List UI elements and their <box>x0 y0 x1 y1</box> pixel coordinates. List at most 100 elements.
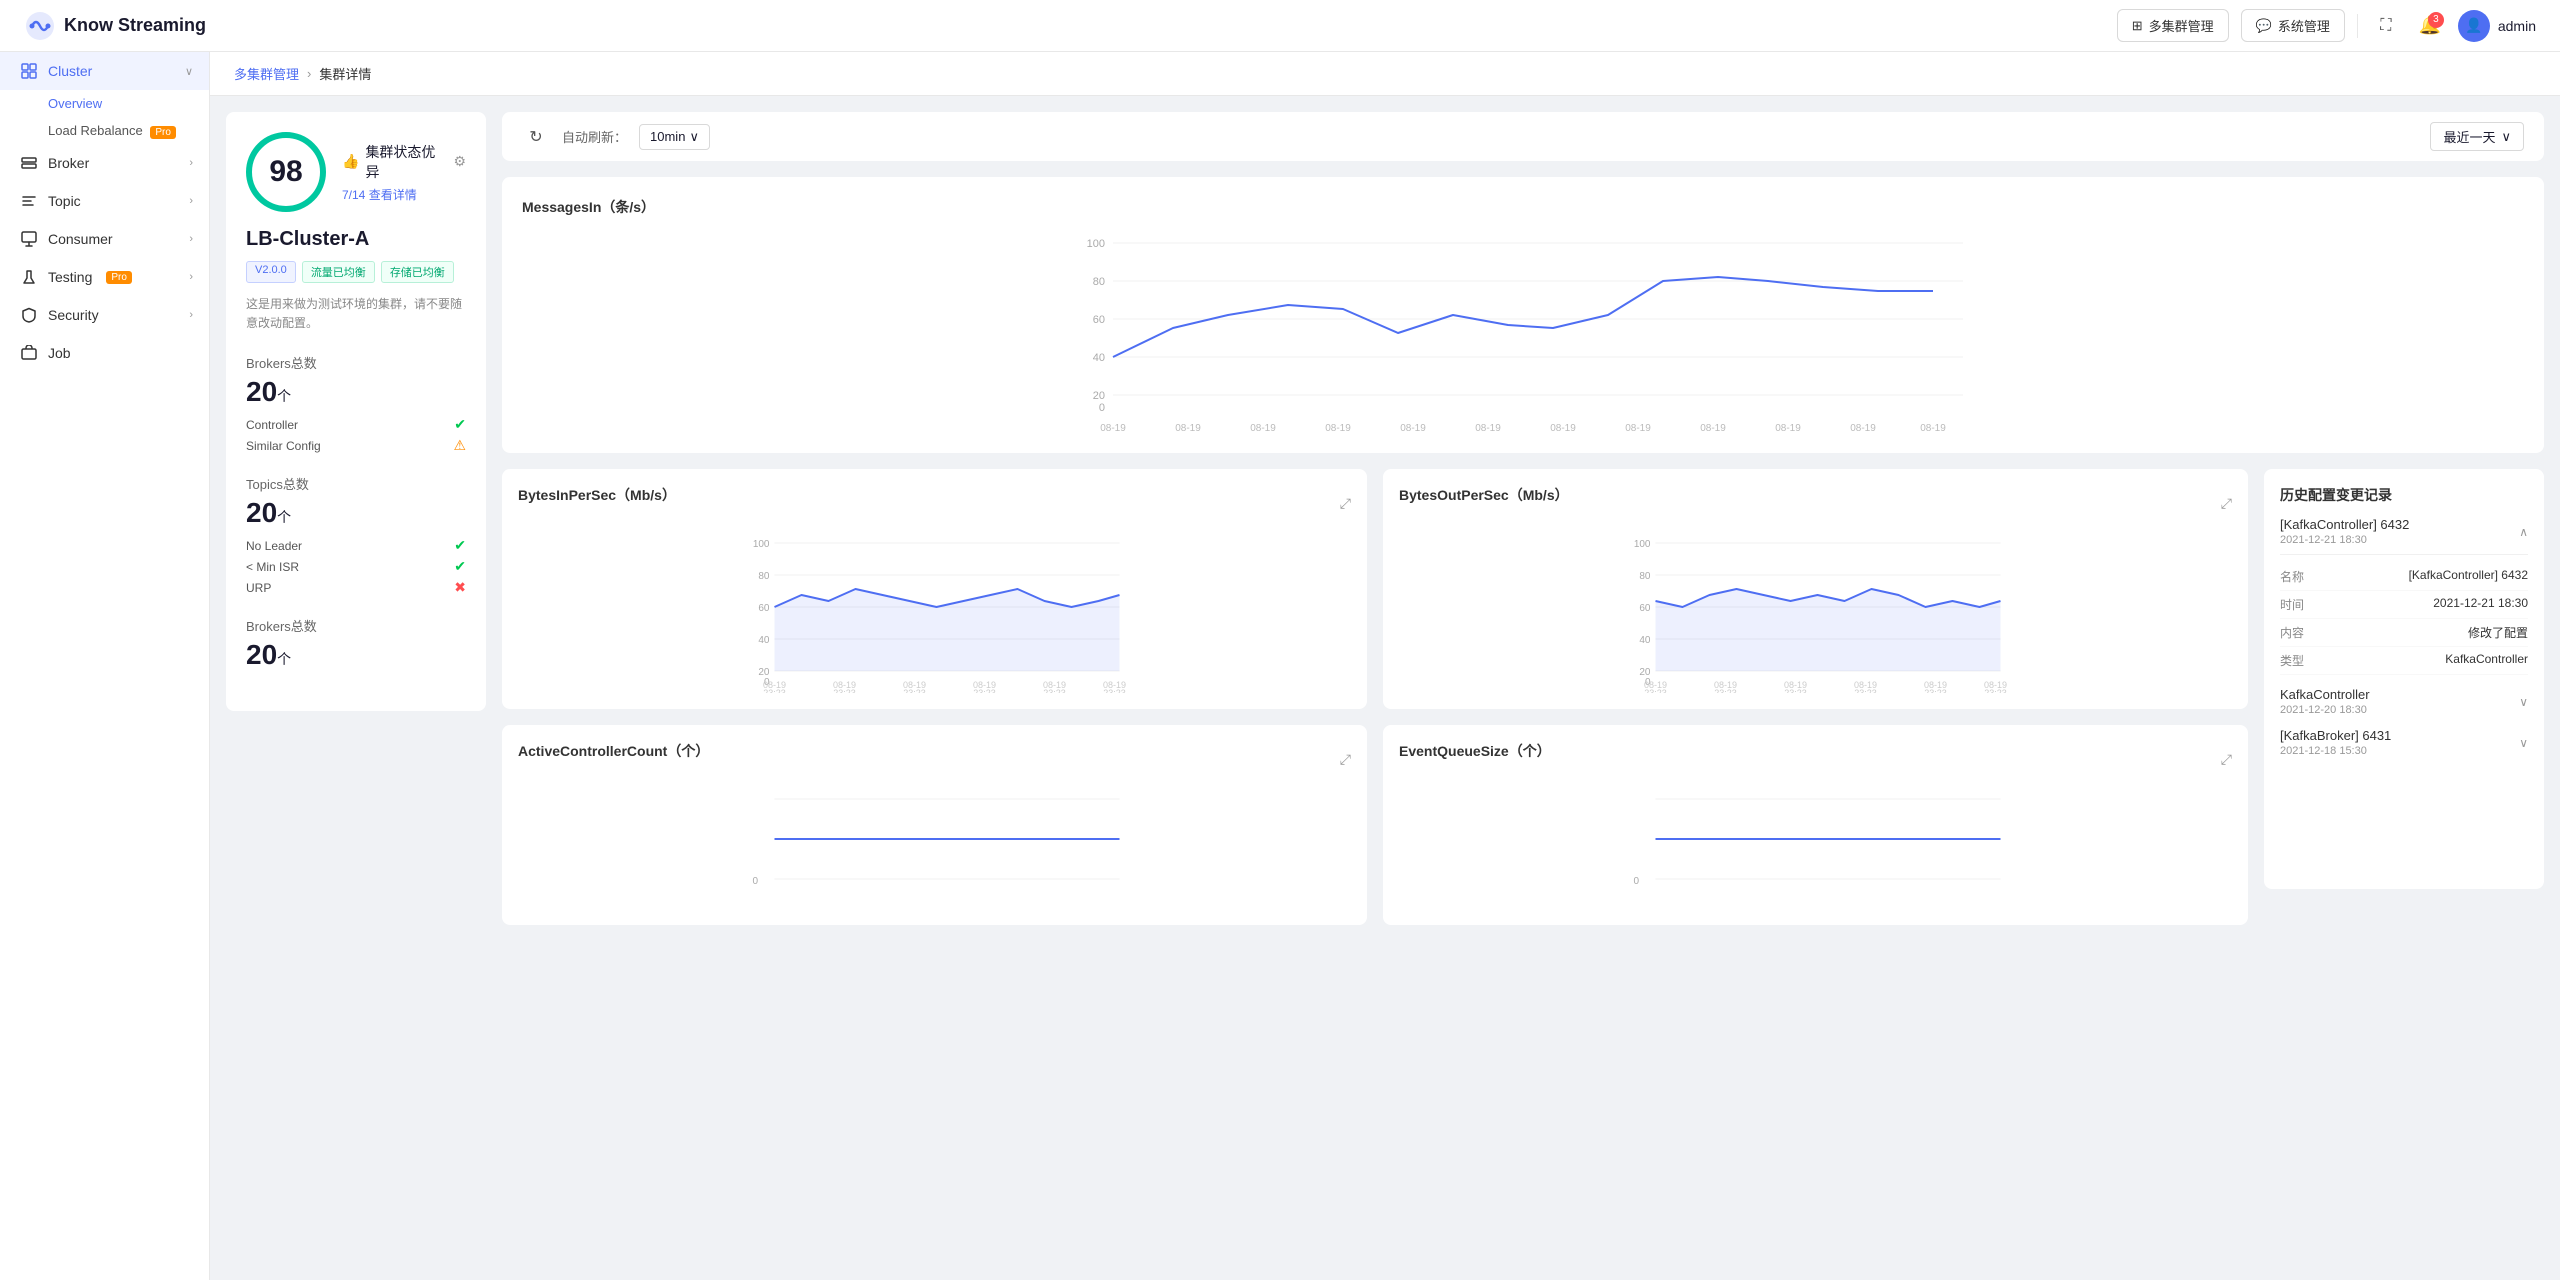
chevron-broker: › <box>189 157 193 169</box>
history-item-1: KafkaController 2021-12-20 18:30 ∨ <box>2280 687 2528 716</box>
svg-text:60: 60 <box>758 603 770 614</box>
history-item-header-2[interactable]: [KafkaBroker] 6431 2021-12-18 15:30 ∨ <box>2280 728 2528 757</box>
sidebar-label-cluster: Cluster <box>48 63 92 79</box>
svg-text:100: 100 <box>1634 539 1651 550</box>
svg-text:100: 100 <box>1087 238 1105 250</box>
chevron-topic: › <box>189 195 193 207</box>
history-item-header-0[interactable]: [KafkaController] 6432 2021-12-21 18:30 … <box>2280 517 2528 546</box>
broker-icon <box>20 154 38 172</box>
bottom-charts-row: BytesInPerSec（Mb/s） ⤢ 100 <box>502 469 2544 925</box>
svg-text:08-19: 08-19 <box>1920 423 1946 433</box>
header: Know Streaming ⊞ 多集群管理 💬 系统管理 ⛶ 🔔 3 👤 ad… <box>0 0 2560 52</box>
bytes-in-expand[interactable]: ⤢ <box>1340 495 1351 512</box>
chevron-down-icon-1: ∨ <box>2519 695 2528 709</box>
sidebar-label-topic: Topic <box>48 193 81 209</box>
messages-in-chart: 100 80 60 40 20 0 08-19 23:23 08-19 23:2… <box>522 233 2524 433</box>
job-icon <box>20 344 38 362</box>
cluster-desc: 这是用来做为测试环境的集群，请不要随意改动配置。 <box>246 295 466 333</box>
settings-icon[interactable]: ⚙ <box>453 153 466 170</box>
sidebar-label-testing: Testing <box>48 269 92 285</box>
sidebar-sub-load-rebalance[interactable]: Load Rebalance Pro <box>0 117 209 144</box>
active-controller-chart: 0 <box>518 789 1351 909</box>
system-mgmt-icon: 💬 <box>2256 18 2272 34</box>
interval-chevron: ∨ <box>689 129 699 145</box>
sidebar-item-testing[interactable]: Testing Pro › <box>0 258 209 296</box>
tag-version: V2.0.0 <box>246 261 296 283</box>
sidebar-sub-overview[interactable]: Overview <box>0 90 209 117</box>
chevron-security: › <box>189 309 193 321</box>
brokers-stat: Brokers总数 20个 Controller ✔ Similar Confi… <box>246 353 466 454</box>
history-item-name-0: [KafkaController] 6432 <box>2280 517 2409 532</box>
svg-text:08-19: 08-19 <box>1175 423 1201 433</box>
history-item-header-1[interactable]: KafkaController 2021-12-20 18:30 ∨ <box>2280 687 2528 716</box>
active-controller-card: ActiveControllerCount（个） ⤢ 0 <box>502 725 1367 925</box>
sidebar-item-cluster[interactable]: Cluster ∨ <box>0 52 209 90</box>
event-queue-expand[interactable]: ⤢ <box>2221 751 2232 768</box>
bytes-in-card: BytesInPerSec（Mb/s） ⤢ 100 <box>502 469 1367 709</box>
refresh-btn[interactable]: ↻ <box>522 123 550 151</box>
topics-value: 20个 <box>246 497 466 529</box>
brokers2-value: 20个 <box>246 639 466 671</box>
sidebar-item-job[interactable]: Job <box>0 334 209 372</box>
sidebar-item-consumer[interactable]: Consumer › <box>0 220 209 258</box>
sidebar-item-broker[interactable]: Broker › <box>0 144 209 182</box>
history-item-date-2: 2021-12-18 15:30 <box>2280 745 2391 757</box>
toolbar-left: ↻ 自动刷新： 10min ∨ <box>522 123 710 151</box>
chevron-consumer: › <box>189 233 193 245</box>
brokers-label: Brokers总数 <box>246 353 466 372</box>
history-item-name-1: KafkaController <box>2280 687 2370 702</box>
svg-text:23:23: 23:23 <box>1854 688 1877 693</box>
breadcrumb-parent[interactable]: 多集群管理 <box>234 64 299 83</box>
status-detail[interactable]: 7/14 查看详情 <box>342 186 466 203</box>
sidebar-item-security[interactable]: Security › <box>0 296 209 334</box>
notification-btn[interactable]: 🔔 3 <box>2414 10 2446 42</box>
pro-badge-load: Pro <box>150 126 176 139</box>
active-controller-expand[interactable]: ⤢ <box>1340 751 1351 768</box>
sidebar-item-topic[interactable]: Topic › <box>0 182 209 220</box>
status-text: 集群状态优异 <box>365 142 447 182</box>
topic-checks: No Leader ✔ < Min ISR ✔ URP ✖ <box>246 537 466 596</box>
bytes-out-chart: 100 80 60 40 20 0 08-19 <box>1399 533 2232 693</box>
testing-icon <box>20 268 38 286</box>
topics-label: Topics总数 <box>246 474 466 493</box>
svg-text:08-19: 08-19 <box>1850 423 1876 433</box>
urp-status-icon: ✖ <box>454 579 466 596</box>
svg-text:23:23: 23:23 <box>903 688 926 693</box>
avatar: 👤 <box>2458 10 2490 42</box>
multi-cluster-btn[interactable]: ⊞ 多集群管理 <box>2117 9 2229 42</box>
check-controller: Controller ✔ <box>246 416 466 433</box>
check-urp: URP ✖ <box>246 579 466 596</box>
tag-flow: 流量已均衡 <box>302 261 375 283</box>
cluster-card: 98 👍 集群状态优异 ⚙ 7/14 查看详情 LB-Cluster <box>226 112 486 711</box>
cluster-score: 98 👍 集群状态优异 ⚙ 7/14 查看详情 <box>246 132 466 212</box>
auto-refresh-label: 自动刷新： <box>562 127 627 146</box>
messages-in-title: MessagesIn（条/s） <box>522 197 2524 217</box>
header-divider <box>2357 14 2358 38</box>
system-mgmt-btn[interactable]: 💬 系统管理 <box>2241 9 2345 42</box>
logo-text: Know Streaming <box>64 15 206 36</box>
sidebar-label-broker: Broker <box>48 155 89 171</box>
tag-storage: 存储已均衡 <box>381 261 454 283</box>
chevron-testing: › <box>189 271 193 283</box>
svg-text:08-19: 08-19 <box>1625 423 1651 433</box>
history-detail-0: 名称 [KafkaController] 6432 时间 2021-12-21 … <box>2280 554 2528 675</box>
svg-text:0: 0 <box>1634 876 1640 887</box>
bytes-charts-row: BytesInPerSec（Mb/s） ⤢ 100 <box>502 469 2248 709</box>
bytes-in-title: BytesInPerSec（Mb/s） <box>518 485 676 505</box>
user-area[interactable]: 👤 admin <box>2458 10 2536 42</box>
main-content: 多集群管理 › 集群详情 98 👍 集群状态优异 <box>210 52 2560 1280</box>
sidebar-label-job: Job <box>48 345 71 361</box>
broker-checks: Controller ✔ Similar Config ⚠ <box>246 416 466 454</box>
cluster-status: 👍 集群状态优异 ⚙ 7/14 查看详情 <box>342 142 466 203</box>
svg-text:20: 20 <box>1093 390 1105 402</box>
messages-in-card: MessagesIn（条/s） 100 80 60 40 20 <box>502 177 2544 453</box>
interval-select[interactable]: 10min ∨ <box>639 124 710 150</box>
svg-text:0: 0 <box>1099 402 1105 414</box>
svg-text:80: 80 <box>1093 276 1105 288</box>
topic-icon <box>20 192 38 210</box>
fullscreen-btn[interactable]: ⛶ <box>2370 10 2402 42</box>
bytes-out-expand[interactable]: ⤢ <box>2221 495 2232 512</box>
detail-row-content: 内容 修改了配置 <box>2280 619 2528 647</box>
logo: Know Streaming <box>24 10 206 42</box>
time-range-select[interactable]: 最近一天 ∨ <box>2430 122 2524 151</box>
